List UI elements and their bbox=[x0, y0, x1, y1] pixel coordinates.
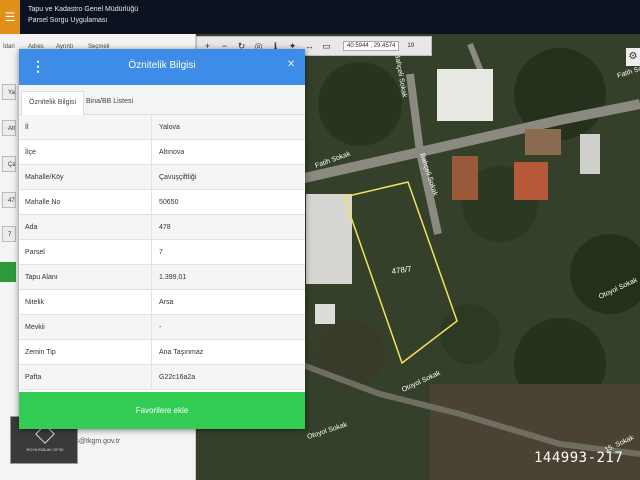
attr-key: İlçe bbox=[25, 149, 36, 156]
close-icon[interactable]: ✕ bbox=[287, 59, 295, 70]
attribute-dialog: ⋮ Öznitelik Bilgisi ✕ Öznitelik Bilgisi … bbox=[19, 49, 305, 429]
attr-value: Altınova bbox=[159, 149, 185, 156]
attr-key: İl bbox=[25, 124, 29, 131]
attr-key: Pafta bbox=[25, 374, 42, 381]
attr-value: 1.399,01 bbox=[159, 274, 187, 281]
table-row: İlçe Altınova bbox=[19, 140, 305, 165]
table-row: Mevkii - bbox=[19, 315, 305, 340]
attr-key: Tapu Alanı bbox=[25, 274, 58, 281]
dialog-header: ⋮ Öznitelik Bilgisi ✕ bbox=[19, 49, 305, 85]
attr-key: Zemin Tip bbox=[25, 349, 56, 356]
parsel-input[interactable]: 7 bbox=[2, 226, 16, 242]
gear-icon[interactable]: ⚙ bbox=[626, 48, 640, 66]
hamburger-icon[interactable]: ☰ bbox=[0, 0, 20, 34]
dialog-title: Öznitelik Bilgisi bbox=[128, 60, 196, 71]
table-row: Ada 478 bbox=[19, 215, 305, 240]
attr-value: Yalova bbox=[159, 124, 180, 131]
attr-value: 50650 bbox=[159, 199, 179, 206]
table-row: İl Yalova bbox=[19, 115, 305, 140]
attr-value: Çavuşçiftliği bbox=[159, 174, 197, 181]
attr-key: Ada bbox=[25, 224, 38, 231]
tab-idari[interactable]: İdari bbox=[3, 44, 15, 50]
attr-key: Mahalle/Köy bbox=[25, 174, 64, 181]
table-row: Pafta G22c16a2a bbox=[19, 365, 305, 390]
attr-value: Arsa bbox=[159, 299, 174, 306]
top-bar: ☰ Tapu ve Kadastro Genel Müdürlüğü Parse… bbox=[0, 0, 640, 34]
measure-icon[interactable]: ▭ bbox=[320, 40, 333, 53]
table-row: Zemin Tip Ana Taşınmaz bbox=[19, 340, 305, 365]
attr-value: - bbox=[159, 324, 162, 331]
dialog-tabs: Öznitelik Bilgisi Bina/BB Listesi bbox=[19, 85, 305, 115]
attr-key: Mahalle No bbox=[25, 199, 61, 206]
app-window: ☰ Tapu ve Kadastro Genel Müdürlüğü Parse… bbox=[0, 0, 640, 480]
table-row: Parsel 7 bbox=[19, 240, 305, 265]
attr-value: Ana Taşınmaz bbox=[159, 349, 204, 356]
ilce-select[interactable]: Alt bbox=[2, 120, 16, 136]
tab-building-list[interactable]: Bina/BB Listesi bbox=[79, 91, 140, 115]
app-title: Tapu ve Kadastro Genel Müdürlüğü bbox=[28, 6, 139, 13]
coordinate-readout: 40.5944 , 29.4574 bbox=[343, 41, 400, 51]
add-favorite-button[interactable]: Favorilere ekle bbox=[19, 392, 305, 429]
attr-key: Mevkii bbox=[25, 324, 45, 331]
attr-key: Parsel bbox=[25, 249, 45, 256]
zoom-level: 19 bbox=[407, 43, 415, 49]
app-subtitle: Parsel Sorgu Uygulaması bbox=[28, 17, 108, 24]
attribute-table: İl Yalova İlçe Altınova Mahalle/Köy Çavuşçi… bbox=[19, 115, 305, 390]
ada-input[interactable]: 478 bbox=[2, 192, 16, 208]
attr-value: G22c16a2a bbox=[159, 374, 196, 381]
attr-value: 478 bbox=[159, 224, 171, 231]
table-row: Mahalle No 50650 bbox=[19, 190, 305, 215]
table-row: Nitelik Arsa bbox=[19, 290, 305, 315]
logo-text: ROYA EMLAK OFİSİ bbox=[26, 447, 64, 452]
query-button[interactable] bbox=[0, 262, 16, 282]
tab-attributes[interactable]: Öznitelik Bilgisi bbox=[21, 91, 85, 115]
il-select[interactable]: Yal bbox=[2, 84, 16, 100]
mahalle-select[interactable]: Çav bbox=[2, 156, 16, 172]
attr-key: Nitelik bbox=[25, 299, 45, 306]
attr-value: 7 bbox=[159, 249, 163, 256]
listing-watermark: 144993-217 bbox=[534, 450, 624, 466]
table-row: Tapu Alanı 1.399,01 bbox=[19, 265, 305, 290]
table-row: Mahalle/Köy Çavuşçiftliği bbox=[19, 165, 305, 190]
